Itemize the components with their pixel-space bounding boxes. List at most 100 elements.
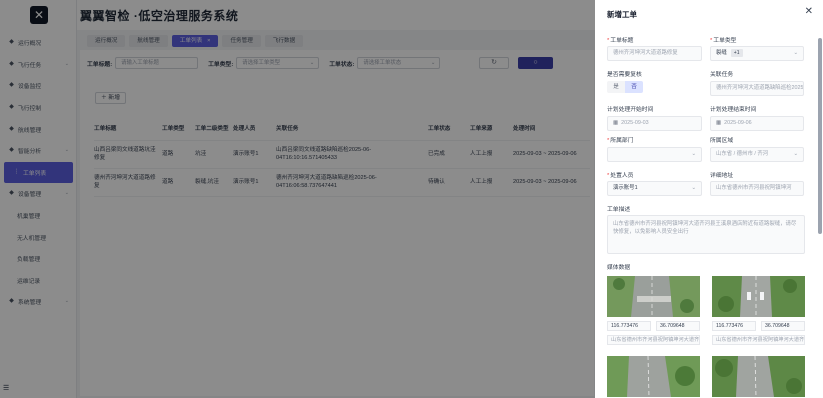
- department-select[interactable]: ⌄: [607, 147, 702, 162]
- drawer-scrollbar[interactable]: [818, 38, 822, 234]
- tab[interactable]: 运行概况: [87, 35, 126, 47]
- table-cell: 已完成: [428, 150, 445, 157]
- sidebar-item[interactable]: ◆ 设备监控: [0, 75, 77, 97]
- sidebar-item-label: 系统管理: [18, 300, 42, 307]
- list-icon: ⋮: [13, 168, 20, 175]
- sidebar-item-label: 飞行任务: [18, 62, 42, 69]
- order-type-label: *工单类型: [710, 38, 737, 44]
- tab[interactable]: 任务管理: [222, 35, 261, 47]
- region-value: 山东省 / 德州市 / 齐河: [716, 151, 769, 157]
- description-label: 工单描述: [607, 207, 631, 213]
- region-cascader[interactable]: 山东省 / 德州市 / 齐河 ⌄: [710, 147, 804, 162]
- chevron-down-icon: ⌄: [430, 60, 436, 66]
- route-icon: ◆: [9, 125, 14, 132]
- collapse-sidebar-icon[interactable]: ☰: [3, 384, 9, 392]
- refresh-icon: ↻: [491, 59, 497, 66]
- handler-select[interactable]: 演示账号1 ⌄: [607, 181, 702, 196]
- sidebar-item[interactable]: ◆ 飞行控制: [0, 97, 77, 119]
- filter-title-input[interactable]: 请输入工单标题: [115, 57, 199, 69]
- tab-label: 运行概况: [95, 38, 118, 44]
- filter-type-placeholder: 请选择工单类型: [242, 60, 280, 66]
- plan-end-picker[interactable]: ▦ 2025-09-06: [710, 116, 804, 131]
- media-longitude[interactable]: 116.773476: [712, 321, 756, 331]
- aerial-photo[interactable]: [607, 356, 700, 397]
- handler-value: 演示账号1: [613, 185, 638, 191]
- related-task-input[interactable]: 德州齐河坤河大道道路缺陷巡检2025: [710, 81, 804, 96]
- sidebar-item[interactable]: ◆ 运行概况: [0, 32, 77, 54]
- table-body: 山西吕梁同文线道路坑洼修复 道路 坑洼 演示账号1 山西吕梁同文线道路缺陷巡检2025-…: [94, 141, 590, 197]
- sidebar-item[interactable]: ◆ 飞行任务 ⌄: [0, 54, 77, 76]
- table-header-cell: 关联任务: [276, 125, 299, 132]
- sidebar-item-label: 飞行控制: [18, 106, 42, 113]
- sidebar-item[interactable]: 负载管理: [0, 248, 77, 270]
- order-type-select[interactable]: 裂缝 +1 ⌄: [710, 46, 804, 61]
- chevron-down-icon: ⌄: [64, 60, 69, 67]
- filter-status-label: 工单状态:: [329, 61, 355, 68]
- sidebar-item[interactable]: ⋮ 工单列表: [4, 161, 73, 184]
- aerial-photo[interactable]: [712, 276, 805, 317]
- sidebar-item[interactable]: ◆ 设备管理 ⌄: [0, 183, 77, 205]
- aerial-photo[interactable]: [607, 276, 700, 317]
- search-button[interactable]: ○: [518, 57, 553, 69]
- aerial-photo[interactable]: [712, 356, 805, 397]
- media-latitude[interactable]: 36.709648: [656, 321, 700, 331]
- add-order-button[interactable]: ＋ 新增: [95, 92, 127, 104]
- plan-start-value: 2025-09-03: [621, 120, 649, 126]
- tab[interactable]: 飞行数据: [264, 35, 304, 47]
- sidebar-item[interactable]: 机巢管理: [0, 205, 77, 227]
- filter-bar: 工单标题: 请输入工单标题 工单类型: 请选择工单类型 ⌄ 工单状态: 请选择工单…: [87, 57, 450, 69]
- table-cell: 德州齐河坤河大道道路修复: [94, 175, 156, 189]
- table-cell: 山西吕梁同文线道路缺陷巡检2025-06-04T16:10:16.5714054…: [276, 147, 372, 161]
- sidebar-item-label: 运维记录: [17, 278, 41, 285]
- table-cell: 待确认: [428, 178, 445, 185]
- sidebar-item-label: 航线管理: [18, 127, 42, 134]
- table-cell: 2025-09-03 ~ 2025-09-06: [513, 178, 577, 185]
- sidebar-item[interactable]: 运维记录: [0, 270, 77, 292]
- home-icon: ◆: [9, 39, 14, 46]
- sidebar-item[interactable]: ◆ 航线管理: [0, 118, 77, 140]
- chevron-down-icon: ⌄: [309, 60, 315, 66]
- table-row[interactable]: 德州齐河坤河大道道路修复 道路 裂缝,坑洼 演示账号1 德州齐河坤河大道道路缺陷巡检20…: [94, 169, 590, 197]
- table-row[interactable]: 山西吕梁同文线道路坑洼修复 道路 坑洼 演示账号1 山西吕梁同文线道路缺陷巡检2025-…: [94, 141, 590, 169]
- address-input[interactable]: 山东省德州市齐河县祝阿镇坤河: [710, 181, 804, 196]
- plan-start-picker[interactable]: ▦ 2025-09-03: [607, 116, 702, 131]
- table-cell: 裂缝,坑洼: [195, 178, 219, 185]
- media-address[interactable]: 山东省德州市齐河县祝阿镇坤河大道齐: [607, 335, 700, 345]
- filter-status-select[interactable]: 请选择工单状态 ⌄: [357, 57, 441, 69]
- media-longitude[interactable]: 116.773476: [607, 321, 651, 331]
- description-textarea[interactable]: 山东省德州市齐河县祝阿镇坤河大道齐河县王溪泉酒店附近有道路裂缝，请尽快修复，以免…: [607, 215, 805, 254]
- table-header-cell: 处理时间: [513, 125, 536, 132]
- filter-title-label: 工单标题:: [87, 61, 113, 68]
- app-title: 翼翼智检 ·低空治理服务系统: [80, 9, 239, 23]
- orders-table: 工单标题 工单类型 工单二级类型 处理人员 关联任务 工单状态 工单来源 处理时间 山西吕梁同…: [94, 119, 590, 197]
- tab[interactable]: 工单列表 ×: [171, 35, 219, 47]
- order-title-label: *工单标题: [607, 38, 634, 44]
- table-header: 工单标题 工单类型 工单二级类型 处理人员 关联任务 工单状态 工单来源 处理时间: [94, 119, 590, 141]
- chevron-down-icon: ⌄: [691, 151, 696, 157]
- order-type-value: 裂缝: [716, 50, 727, 56]
- department-label: *所属部门: [607, 138, 634, 144]
- analysis-icon: ◆: [9, 147, 14, 154]
- table-cell: 道路: [162, 150, 174, 157]
- tab[interactable]: 航线管理: [129, 35, 168, 47]
- close-icon[interactable]: ×: [207, 38, 210, 44]
- media-address[interactable]: 山东省德州市齐河县祝阿镇坤河大道齐: [712, 335, 805, 345]
- sidebar-item[interactable]: ◆ 智能分析 ⌄: [0, 140, 77, 162]
- sidebar-item-label: 无人机管理: [17, 235, 46, 242]
- table-cell: 演示账号1: [233, 150, 259, 157]
- sidebar-item[interactable]: ◆ 系统管理 ⌄: [0, 291, 77, 313]
- need-review-yes[interactable]: 是: [607, 81, 625, 93]
- need-review-no[interactable]: 否: [625, 81, 643, 93]
- table-cell: 坑洼: [195, 150, 207, 157]
- close-icon[interactable]: ✕: [805, 7, 813, 17]
- search-icon: ○: [533, 59, 538, 66]
- filter-type-select[interactable]: 请选择工单类型 ⌄: [236, 57, 320, 69]
- table-cell: 人工上报: [470, 178, 493, 185]
- sidebar-item[interactable]: 无人机管理: [0, 226, 77, 248]
- reset-button[interactable]: ↻: [479, 57, 509, 69]
- tab-bar: 运行概况 航线管理 工单列表 × 任务管理 飞行数据: [87, 35, 304, 47]
- table-cell: 道路: [162, 178, 174, 185]
- order-title-input[interactable]: 德州齐河坤河大道道路修复: [607, 46, 702, 61]
- calendar-icon: ▦: [613, 120, 619, 126]
- media-latitude[interactable]: 36.709648: [761, 321, 805, 331]
